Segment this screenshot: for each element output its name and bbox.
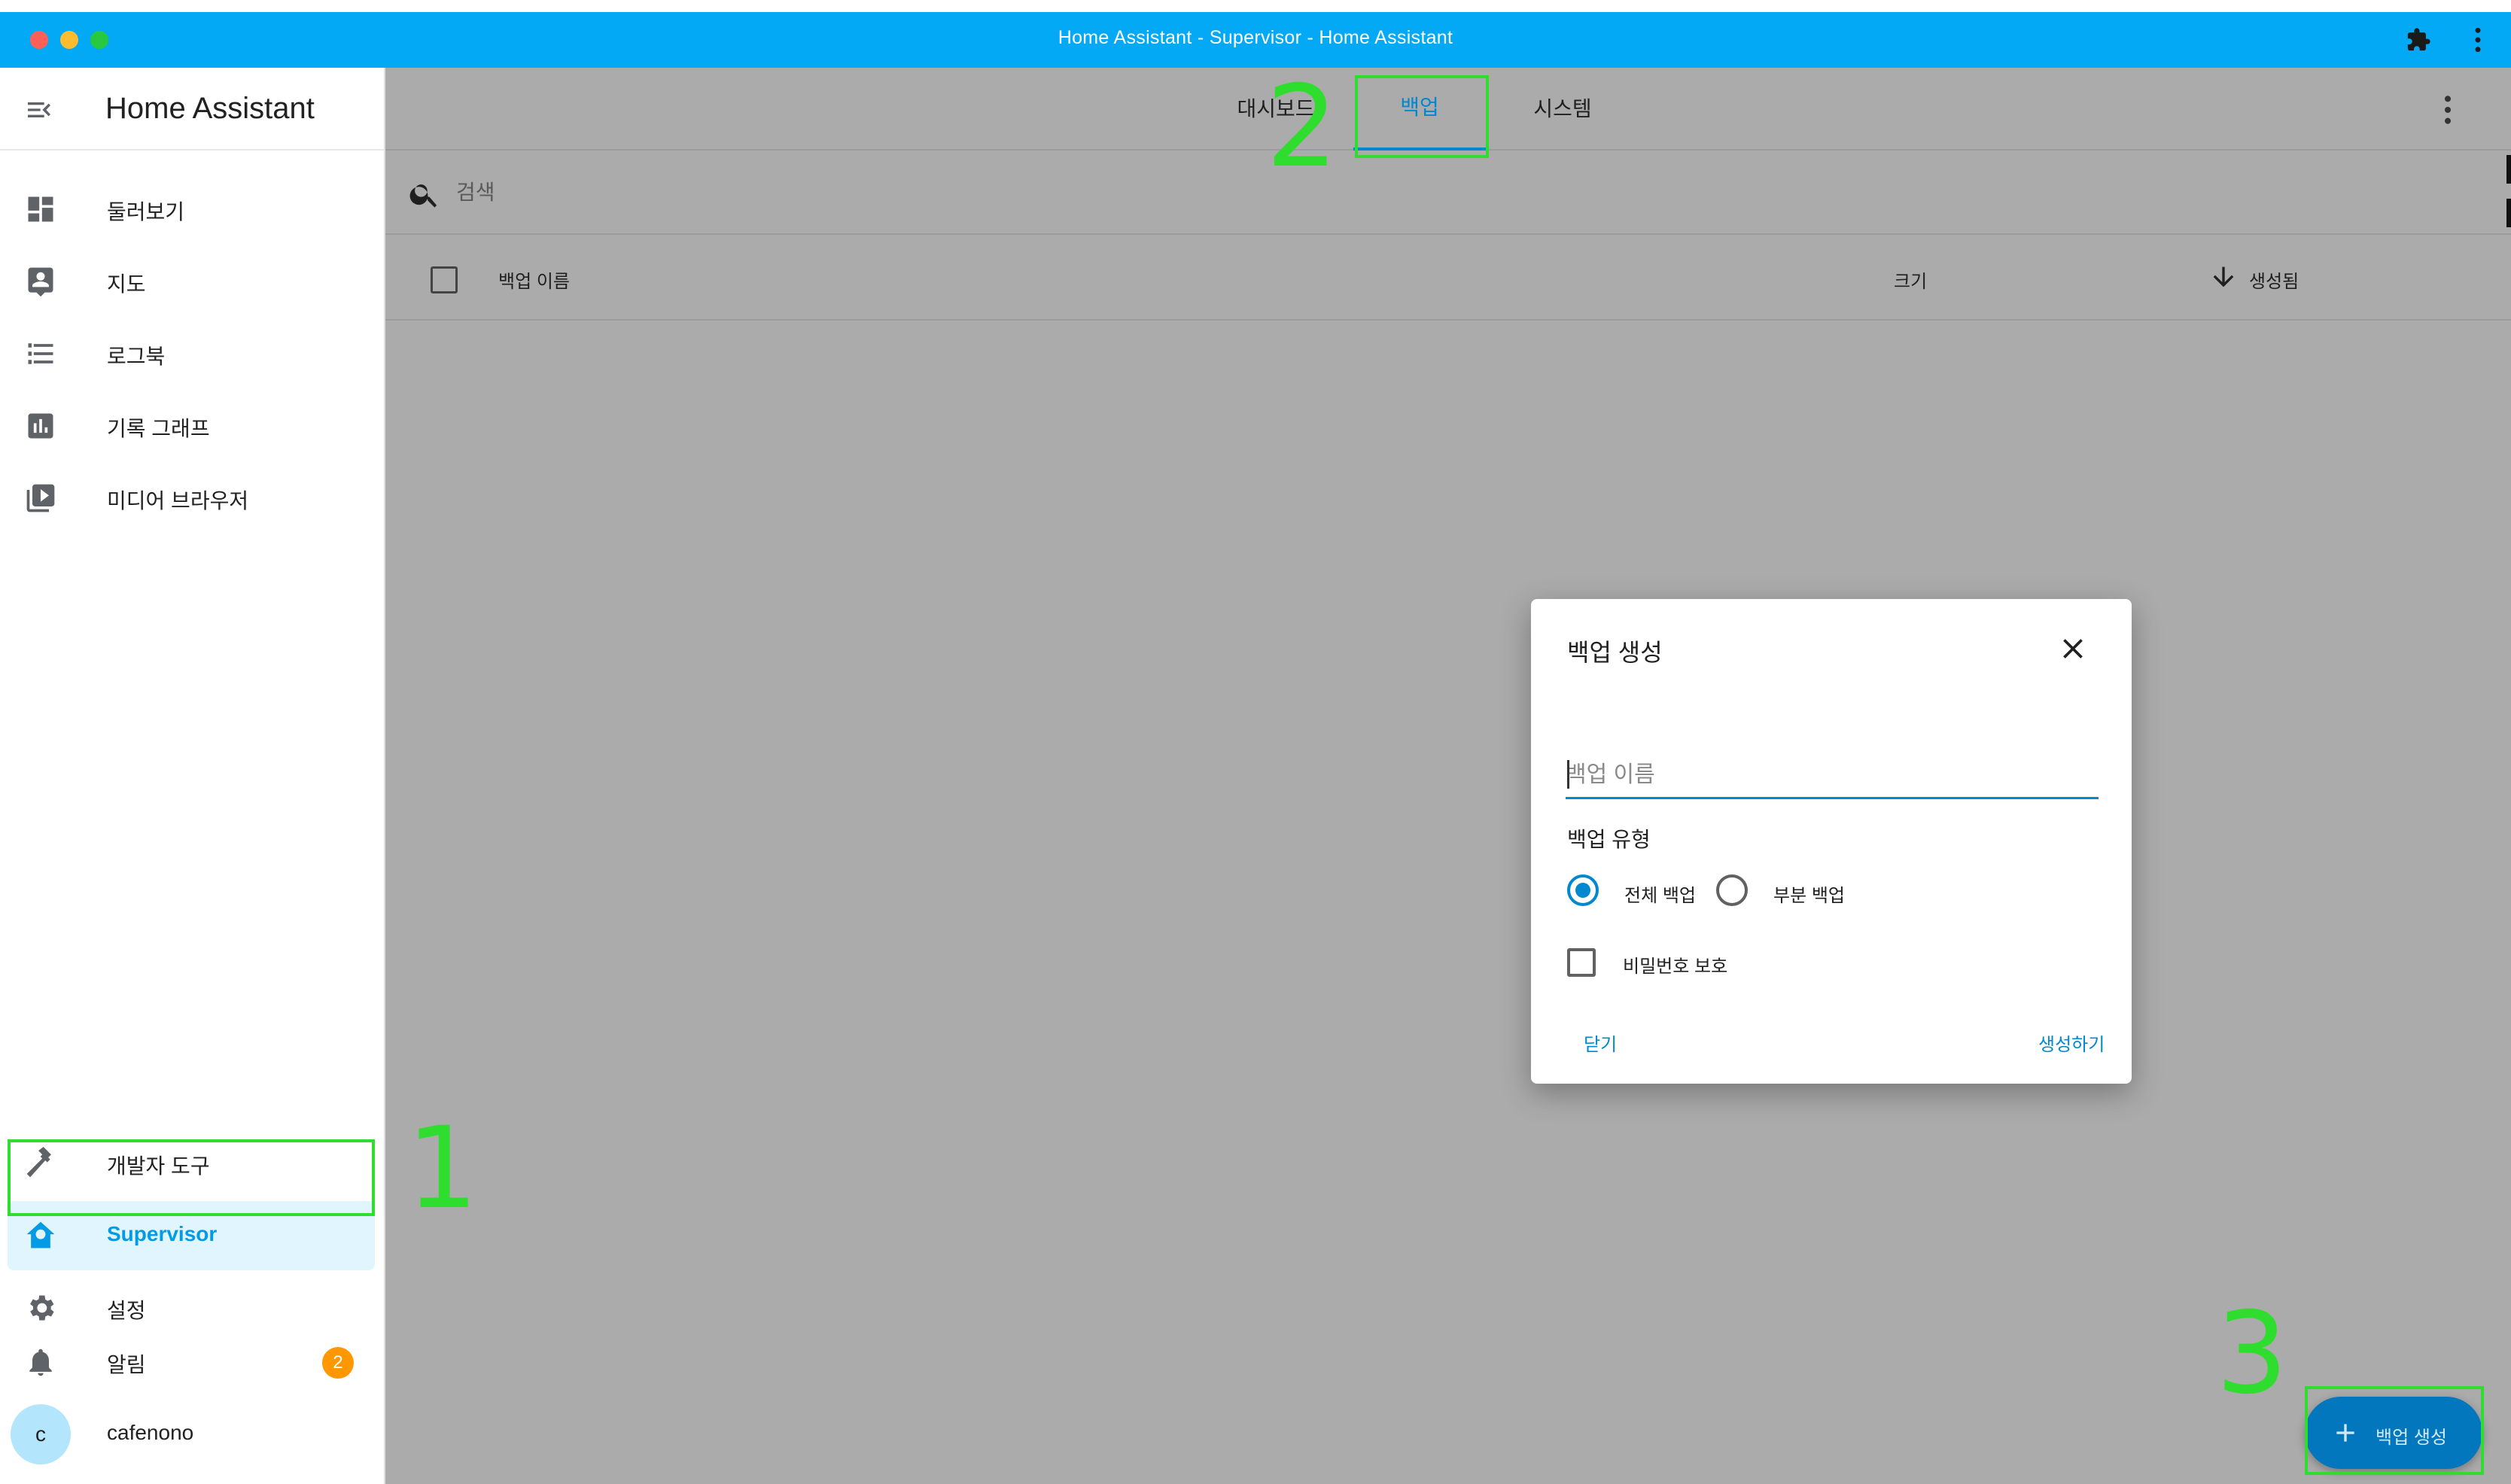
history-chart-icon [28, 413, 53, 439]
annotation-box-2 [1355, 75, 1489, 158]
text-caret [1567, 760, 1569, 789]
column-header-size[interactable]: 크기 [1894, 266, 1927, 293]
sidebar-item-label: 기록 그래프 [107, 417, 210, 440]
more-options-icon[interactable] [2439, 93, 2457, 126]
arrow-down-icon[interactable] [2208, 262, 2239, 292]
password-protect-label[interactable]: 비밀번호 보호 [1623, 951, 1727, 978]
sidebar-item-overview[interactable]: 둘러보기 [8, 175, 375, 244]
table-header: 백업 이름 크기 생성됨 [385, 236, 2511, 321]
browser-more-icon[interactable] [2469, 26, 2487, 54]
sidebar-title: Home Assistant [105, 92, 315, 125]
partial-backup-label[interactable]: 부분 백업 [1773, 880, 1845, 907]
sidebar-item-label: 로그북 [107, 345, 166, 368]
dialog-title: 백업 생성 [1567, 639, 1663, 666]
notification-badge: 2 [322, 1347, 354, 1379]
supervisor-home-icon [26, 1221, 55, 1248]
media-play-icon [26, 484, 55, 512]
modal-scrim [385, 321, 2511, 1484]
sidebar-item-label: 알림 [107, 1353, 146, 1376]
close-button[interactable]: 닫기 [1584, 1029, 1617, 1056]
sidebar-item-map[interactable]: 지도 [8, 247, 375, 316]
edge-artifact [2506, 199, 2511, 227]
gear-icon [30, 1295, 54, 1321]
partial-backup-radio[interactable] [1716, 874, 1748, 906]
sidebar-item-logbook[interactable]: 로그북 [8, 319, 375, 388]
tab-system[interactable]: 시스템 [1487, 68, 1638, 151]
sidebar-item-label: 지도 [107, 272, 146, 296]
sidebar-item-label: 미디어 브라우저 [107, 489, 249, 512]
select-all-checkbox[interactable] [431, 266, 458, 293]
sidebar-item-label: 둘러보기 [107, 200, 185, 224]
annotation-box-1 [8, 1139, 375, 1216]
annotation-number-3: 3 [2216, 1288, 2288, 1419]
sidebar-item-label: Supervisor [107, 1222, 218, 1245]
bell-icon [29, 1349, 52, 1376]
sidebar: Home Assistant 둘러보기 지도 로그북 기록 그래프 미디어 브라… [0, 68, 385, 1484]
sidebar-item-notifications[interactable]: 알림 [8, 1327, 375, 1397]
sidebar-item-media-browser[interactable]: 미디어 브라우저 [8, 464, 375, 533]
annotation-box-3 [2305, 1386, 2484, 1475]
sidebar-item-history[interactable]: 기록 그래프 [8, 391, 375, 461]
window-titlebar: Home Assistant - Supervisor - Home Assis… [0, 12, 2511, 68]
full-backup-label[interactable]: 전체 백업 [1624, 880, 1696, 907]
avatar[interactable]: c [11, 1404, 71, 1464]
create-button[interactable]: 생성하기 [2038, 1029, 2105, 1056]
user-name: cafenono [107, 1421, 194, 1444]
menu-collapse-icon[interactable] [24, 95, 54, 125]
logbook-list-icon [28, 343, 53, 364]
map-account-icon [28, 267, 53, 297]
full-backup-radio[interactable] [1567, 874, 1599, 906]
search-input[interactable] [455, 172, 1358, 214]
password-protect-checkbox[interactable] [1567, 948, 1596, 977]
puzzle-extension-icon[interactable] [2406, 27, 2431, 53]
annotation-number-1: 1 [406, 1103, 479, 1234]
edge-artifact [2506, 155, 2511, 184]
backup-name-input[interactable] [1566, 753, 2099, 799]
search-icon [409, 184, 437, 208]
create-backup-dialog: 백업 생성 백업 유형 전체 백업 부분 백업 비밀번호 보호 닫기 생성하기 [1531, 599, 2132, 1084]
sidebar-item-label: 설정 [107, 1299, 146, 1322]
app-window: Home Assistant - Supervisor - Home Assis… [0, 12, 2511, 1484]
column-header-name[interactable]: 백업 이름 [498, 266, 570, 293]
column-header-created[interactable]: 생성됨 [2249, 266, 2299, 293]
close-icon[interactable] [2056, 632, 2089, 665]
search-bar [385, 152, 2511, 235]
window-title: Home Assistant - Supervisor - Home Assis… [1058, 27, 1453, 48]
dashboard-icon [28, 196, 53, 222]
backup-type-label: 백업 유형 [1567, 828, 1651, 851]
annotation-number-2: 2 [1266, 62, 1338, 193]
sidebar-header: Home Assistant [0, 68, 384, 151]
main-panel: 대시보드 백업 시스템 백업 이름 크기 생성됨 백업 생성 [385, 68, 2511, 1484]
